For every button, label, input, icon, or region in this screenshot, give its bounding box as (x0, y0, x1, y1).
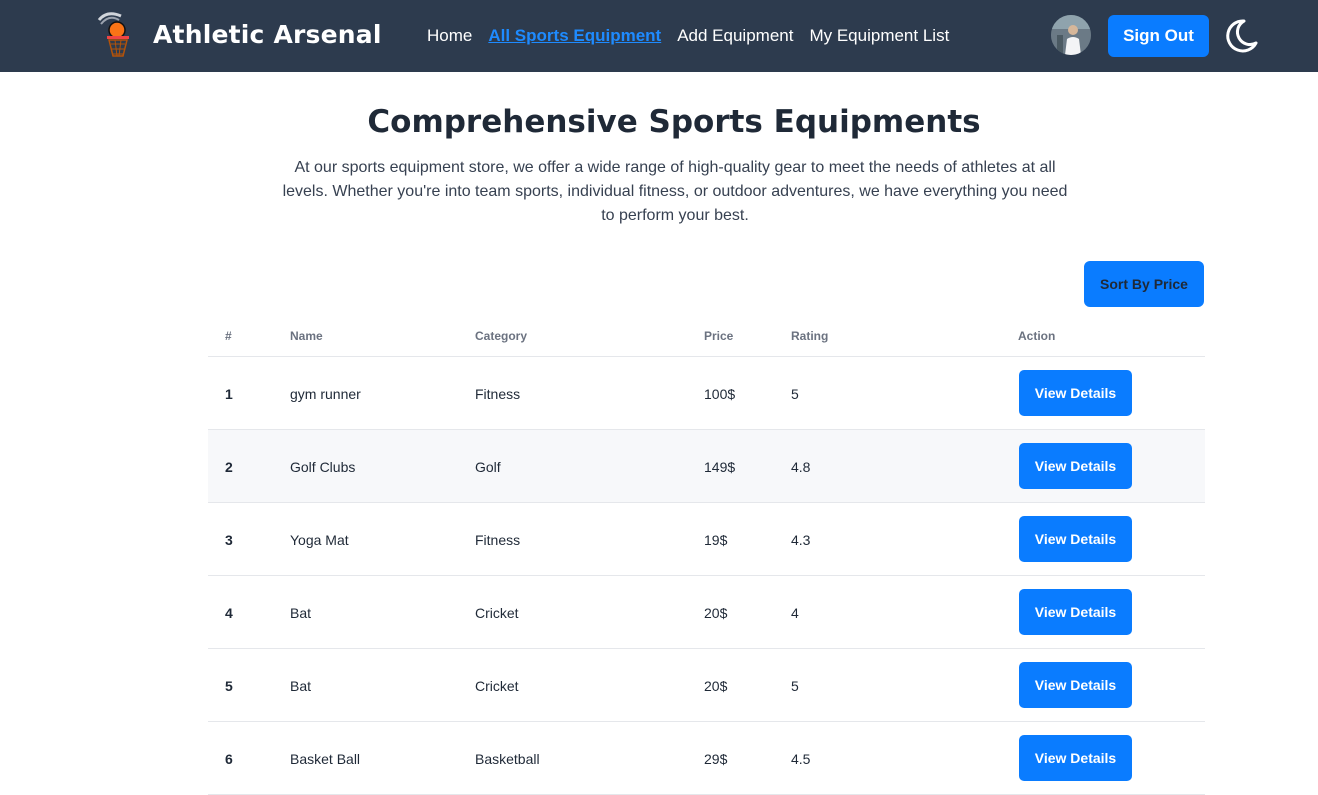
basketball-logo-icon[interactable] (95, 10, 139, 60)
sign-out-button[interactable]: Sign Out (1108, 15, 1209, 57)
row-rating: 4 (791, 605, 799, 621)
header-action: Action (1018, 329, 1056, 343)
moon-icon[interactable] (1222, 17, 1260, 55)
nav-all-sports-equipment[interactable]: All Sports Equipment (488, 26, 661, 46)
view-details-button[interactable]: View Details (1019, 735, 1132, 781)
row-price: 19$ (704, 532, 728, 548)
row-price: 100$ (704, 386, 736, 402)
row-category: Basketball (475, 751, 540, 767)
page-title: Comprehensive Sports Equipments (367, 104, 981, 140)
header-price: Price (704, 329, 734, 343)
row-name: gym runner (290, 386, 361, 402)
row-category: Cricket (475, 678, 519, 694)
header-rating: Rating (791, 329, 829, 343)
row-number: 5 (225, 678, 233, 694)
user-avatar[interactable] (1051, 15, 1091, 55)
row-number: 2 (225, 459, 233, 475)
row-rating: 4.5 (791, 751, 811, 767)
sort-by-price-button[interactable]: Sort By Price (1084, 261, 1204, 307)
row-price: 20$ (704, 678, 728, 694)
table-row: 2 Golf Clubs Golf 149$ 4.8 View Details (208, 430, 1205, 503)
row-rating: 5 (791, 678, 799, 694)
nav-add-equipment[interactable]: Add Equipment (677, 26, 793, 46)
table-header: # Name Category Price Rating Action (208, 316, 1205, 357)
nav-home[interactable]: Home (427, 26, 472, 46)
brand-name[interactable]: Athletic Arsenal (153, 20, 382, 49)
row-price: 149$ (704, 459, 736, 475)
page-description: At our sports equipment store, we offer … (282, 159, 1068, 224)
avatar-image-icon (1051, 15, 1091, 55)
row-name: Bat (290, 678, 312, 694)
view-details-button[interactable]: View Details (1019, 662, 1132, 708)
row-rating: 4.3 (791, 532, 811, 548)
row-category: Golf (475, 459, 501, 475)
nav-my-equipment-list[interactable]: My Equipment List (809, 26, 949, 46)
view-details-button[interactable]: View Details (1019, 516, 1132, 562)
row-name: Bat (290, 605, 312, 621)
row-number: 3 (225, 532, 233, 548)
view-details-button[interactable]: View Details (1019, 370, 1132, 416)
table-row: 4 Bat Cricket 20$ 4 View Details (208, 576, 1205, 649)
view-details-button[interactable]: View Details (1019, 589, 1132, 635)
row-number: 6 (225, 751, 233, 767)
row-price: 29$ (704, 751, 728, 767)
row-category: Fitness (475, 532, 521, 548)
equipment-table: # Name Category Price Rating Action 1 gy… (208, 316, 1205, 795)
table-row: 1 gym runner Fitness 100$ 5 View Details (208, 357, 1205, 430)
row-price: 20$ (704, 605, 728, 621)
row-number: 1 (225, 386, 233, 402)
top-navbar: Athletic Arsenal Home All Sports Equipme… (0, 0, 1318, 72)
header-name: Name (290, 329, 323, 343)
row-rating: 5 (791, 386, 799, 402)
main-nav: Home All Sports Equipment Add Equipment … (427, 26, 949, 46)
table-row: 6 Basket Ball Basketball 29$ 4.5 View De… (208, 722, 1205, 795)
row-rating: 4.8 (791, 459, 811, 475)
row-name: Golf Clubs (290, 459, 356, 475)
table-row: 3 Yoga Mat Fitness 19$ 4.3 View Details (208, 503, 1205, 576)
row-category: Cricket (475, 605, 519, 621)
row-name: Yoga Mat (290, 532, 349, 548)
row-name: Basket Ball (290, 751, 361, 767)
row-number: 4 (225, 605, 233, 621)
table-row: 5 Bat Cricket 20$ 5 View Details (208, 649, 1205, 722)
row-category: Fitness (475, 386, 521, 402)
header-category: Category (475, 329, 528, 343)
view-details-button[interactable]: View Details (1019, 443, 1132, 489)
header-number: # (225, 329, 232, 343)
